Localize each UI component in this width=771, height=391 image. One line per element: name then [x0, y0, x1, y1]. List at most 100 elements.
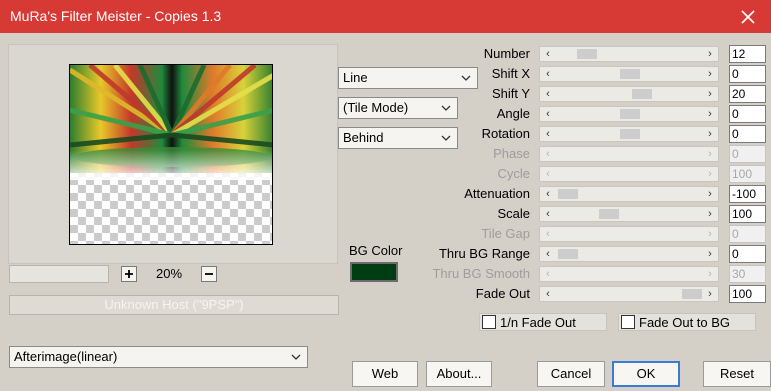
- chevron-down-icon: [441, 105, 451, 111]
- chevron-left-icon[interactable]: ‹: [540, 67, 556, 81]
- ok-button[interactable]: OK: [612, 361, 680, 387]
- chevron-right-icon[interactable]: ›: [702, 87, 718, 101]
- chevron-right-icon: ›: [708, 168, 712, 180]
- chevron-left-icon[interactable]: ‹: [540, 207, 556, 221]
- number-value[interactable]: 12: [729, 45, 766, 63]
- effect-combo-value: Afterimage(linear): [14, 349, 118, 364]
- plus-icon: [125, 270, 133, 278]
- shift-y-slider-thumb[interactable]: [632, 89, 653, 99]
- zoom-status-field: [9, 265, 109, 283]
- thru-bg-smooth-label: Thru BG Smooth: [432, 266, 530, 281]
- placement-combo-value: Behind: [343, 130, 384, 145]
- angle-label: Angle: [496, 106, 530, 121]
- preview-image[interactable]: [69, 64, 273, 245]
- zoom-out-button[interactable]: [201, 266, 217, 282]
- tile-gap-slider: ‹ ›: [539, 226, 719, 242]
- number-label: Number: [483, 46, 530, 61]
- reset-button[interactable]: Reset: [703, 361, 771, 387]
- chevron-right-icon[interactable]: ›: [702, 187, 718, 201]
- thru-bg-range-value[interactable]: 0: [729, 245, 766, 263]
- number-slider-thumb[interactable]: [576, 49, 597, 59]
- shift-x-value[interactable]: 0: [729, 65, 766, 83]
- n-fade-out-checkbox-label: 1/n Fade Out: [500, 314, 576, 330]
- chevron-left-icon[interactable]: ‹: [540, 107, 556, 121]
- chevron-right-icon: ›: [708, 148, 712, 160]
- web-button[interactable]: Web: [352, 361, 418, 387]
- chevron-right-icon[interactable]: ›: [702, 107, 718, 121]
- zoom-level: 20%: [155, 266, 183, 281]
- angle-value[interactable]: 0: [729, 105, 766, 123]
- attenuation-slider-thumb[interactable]: [558, 189, 578, 199]
- chevron-left-icon[interactable]: ‹: [540, 247, 556, 261]
- shift-y-label: Shift Y: [491, 86, 530, 101]
- mode-combo-value: Line: [343, 70, 368, 85]
- chevron-left-icon[interactable]: ‹: [540, 47, 556, 61]
- rotation-label: Rotation: [481, 126, 530, 141]
- scale-slider-thumb[interactable]: [598, 209, 619, 219]
- tile-mode-combo[interactable]: (Tile Mode): [338, 97, 458, 119]
- angle-slider[interactable]: ‹ ›: [539, 106, 719, 122]
- placement-combo[interactable]: Behind: [338, 127, 458, 149]
- minus-icon: [205, 273, 213, 275]
- chevron-left-icon: ‹: [546, 168, 550, 180]
- tile-mode-combo-value: (Tile Mode): [343, 100, 409, 115]
- fade-out-to-bg-checkbox-box[interactable]: [621, 315, 635, 329]
- thru-bg-smooth-slider: ‹ ›: [539, 266, 719, 282]
- fade-out-slider-thumb[interactable]: [682, 289, 702, 299]
- chevron-right-icon[interactable]: ›: [702, 287, 718, 301]
- fade-out-value[interactable]: 100: [729, 285, 766, 303]
- about-button[interactable]: About...: [426, 361, 492, 387]
- scale-slider[interactable]: ‹ ›: [539, 206, 719, 222]
- attenuation-value[interactable]: -100: [729, 185, 766, 203]
- fade-out-slider[interactable]: ‹ ›: [539, 286, 719, 302]
- cycle-label: Cycle: [497, 166, 530, 181]
- scale-value[interactable]: 100: [729, 205, 766, 223]
- effect-combo[interactable]: Afterimage(linear): [9, 346, 308, 368]
- chevron-left-icon[interactable]: ‹: [540, 127, 556, 141]
- chevron-left-icon: ‹: [546, 268, 550, 280]
- tile-gap-value: 0: [729, 225, 766, 243]
- thru-bg-range-slider[interactable]: ‹ ›: [539, 246, 719, 262]
- scale-label: Scale: [497, 206, 530, 221]
- close-button[interactable]: [725, 0, 771, 33]
- chevron-left-icon[interactable]: ‹: [540, 187, 556, 201]
- phase-value: 0: [729, 145, 766, 163]
- shift-y-slider[interactable]: ‹ ›: [539, 86, 719, 102]
- thru-bg-range-slider-thumb[interactable]: [558, 249, 578, 259]
- n-fade-out-checkbox-box[interactable]: [482, 315, 496, 329]
- attenuation-label: Attenuation: [464, 186, 530, 201]
- tile-gap-label: Tile Gap: [481, 226, 530, 241]
- title-bar: MuRa's Filter Meister - Copies 1.3: [0, 0, 771, 33]
- close-icon: [741, 9, 755, 24]
- chevron-right-icon[interactable]: ›: [702, 247, 718, 261]
- chevron-right-icon[interactable]: ›: [702, 47, 718, 61]
- bg-color-swatch[interactable]: [350, 262, 398, 282]
- rotation-slider[interactable]: ‹ ›: [539, 126, 719, 142]
- shift-x-slider-thumb[interactable]: [620, 69, 640, 79]
- chevron-down-icon: [291, 354, 301, 360]
- shift-x-slider[interactable]: ‹ ›: [539, 66, 719, 82]
- rotation-slider-thumb[interactable]: [620, 129, 640, 139]
- shift-x-label: Shift X: [491, 66, 530, 81]
- n-fade-out-checkbox[interactable]: 1/n Fade Out: [479, 313, 607, 331]
- chevron-left-icon: ‹: [546, 228, 550, 240]
- mode-combo[interactable]: Line: [338, 67, 478, 89]
- angle-slider-thumb[interactable]: [620, 109, 640, 119]
- chevron-left-icon[interactable]: ‹: [540, 87, 556, 101]
- chevron-right-icon[interactable]: ›: [702, 67, 718, 81]
- cancel-button[interactable]: Cancel: [537, 361, 605, 387]
- fade-out-to-bg-checkbox-label: Fade Out to BG: [639, 314, 731, 330]
- chevron-left-icon[interactable]: ‹: [540, 287, 556, 301]
- attenuation-slider[interactable]: ‹ ›: [539, 186, 719, 202]
- shift-y-value[interactable]: 20: [729, 85, 766, 103]
- cycle-value: 100: [729, 165, 766, 183]
- chevron-right-icon[interactable]: ›: [702, 127, 718, 141]
- chevron-right-icon: ›: [708, 268, 712, 280]
- rotation-value[interactable]: 0: [729, 125, 766, 143]
- chevron-right-icon: ›: [708, 228, 712, 240]
- zoom-in-button[interactable]: [121, 266, 137, 282]
- chevron-right-icon[interactable]: ›: [702, 207, 718, 221]
- cycle-slider: ‹ ›: [539, 166, 719, 182]
- fade-out-to-bg-checkbox[interactable]: Fade Out to BG: [618, 313, 756, 331]
- number-slider[interactable]: ‹ ›: [539, 46, 719, 62]
